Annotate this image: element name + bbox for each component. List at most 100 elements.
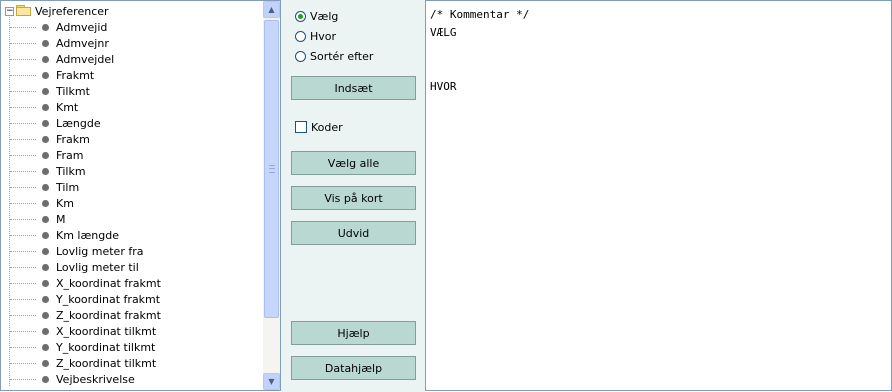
tree-item-label: Km: [56, 196, 74, 210]
tree-item[interactable]: X_koordinat tilkmt: [10, 323, 156, 339]
tree-item-label: Km længde: [56, 228, 119, 242]
collapse-icon[interactable]: −: [5, 6, 14, 16]
tree-item-label: Admvejnr: [56, 36, 109, 50]
tree-item[interactable]: Admvejnr: [10, 35, 109, 51]
radio-select[interactable]: Vælg: [295, 9, 338, 23]
radio-where[interactable]: Hvor: [295, 29, 336, 43]
field-bullet-icon: [42, 343, 49, 351]
tree-item-label: X_koordinat tilkmt: [56, 324, 157, 338]
field-bullet-icon: [42, 295, 49, 303]
tree-item[interactable]: Z_koordinat tilkmt: [10, 355, 156, 371]
editor-line: VÆLG: [430, 26, 457, 39]
editor-line: /* Kommentar */: [430, 8, 530, 21]
tree-item-label: Z_koordinat frakmt: [56, 308, 161, 322]
tree-item-label: X_koordinat frakmt: [56, 276, 161, 290]
tree-connector: [10, 362, 36, 364]
help-button[interactable]: Hjælp: [291, 321, 416, 345]
tree-connector: [10, 186, 36, 188]
tree-item[interactable]: Kmt: [10, 99, 78, 115]
select-all-button[interactable]: Vælg alle: [291, 151, 416, 175]
field-bullet-icon: [42, 247, 49, 255]
tree-item[interactable]: Admvejdel: [10, 51, 114, 67]
radio-where-label: Hvor: [310, 29, 337, 43]
field-bullet-icon: [42, 39, 49, 47]
field-bullet-icon: [42, 119, 49, 127]
tree-item[interactable]: M: [10, 211, 66, 227]
expand-button[interactable]: Udvid: [291, 221, 416, 245]
tree-item[interactable]: Z_koordinat frakmt: [10, 307, 161, 323]
tree-item[interactable]: Frakm: [10, 131, 90, 147]
tree-connector: [10, 378, 36, 380]
tree-connector: [10, 266, 36, 268]
field-bullet-icon: [42, 279, 49, 287]
tree-item[interactable]: Tilm: [10, 179, 79, 195]
tree-scrollbar[interactable]: ▲ ▼: [263, 1, 280, 390]
codes-checkbox[interactable]: Koder: [295, 120, 343, 134]
scroll-thumb[interactable]: [264, 20, 279, 318]
show-on-map-button[interactable]: Vis på kort: [291, 186, 416, 210]
field-bullet-icon: [42, 183, 49, 191]
tree-connector: [10, 218, 36, 220]
radio-button-icon[interactable]: [295, 50, 306, 62]
chevron-up-icon: ▲: [268, 5, 275, 14]
scroll-up-button[interactable]: ▲: [263, 1, 280, 18]
field-bullet-icon: [42, 215, 49, 223]
grip-icon: [268, 165, 275, 173]
tree-item[interactable]: X_koordinat frakmt: [10, 275, 161, 291]
tree-item-label: M: [56, 212, 66, 226]
tree-item-label: Tilkmt: [56, 84, 90, 98]
query-editor[interactable]: /* Kommentar */ VÆLG HVOR: [425, 0, 892, 391]
radio-button-icon[interactable]: [295, 30, 306, 42]
tree-panel: − Vejreferencer Admvejid Admvejnr Admvejde…: [0, 0, 281, 391]
checkbox-icon[interactable]: [295, 121, 307, 133]
tree-item-label: Lovlig meter til: [56, 260, 139, 274]
tree-root-node[interactable]: − Vejreferencer: [5, 3, 109, 19]
tree-item[interactable]: Lovlig meter fra: [10, 243, 143, 259]
tree-item[interactable]: Frakmt: [10, 67, 94, 83]
tree-item-label: Tilkm: [56, 164, 86, 178]
scroll-down-button[interactable]: ▼: [263, 373, 280, 390]
tree-connector: [10, 314, 36, 316]
field-bullet-icon: [42, 103, 49, 111]
tree-connector: [10, 234, 36, 236]
data-help-button[interactable]: Datahjælp: [291, 356, 416, 380]
field-bullet-icon: [42, 167, 49, 175]
field-bullet-icon: [42, 327, 49, 335]
tree-item[interactable]: Tilkm: [10, 163, 86, 179]
tree-item[interactable]: Længde: [10, 115, 101, 131]
tree-connector: [10, 90, 36, 92]
tree-item[interactable]: Fram: [10, 147, 84, 163]
tree-item[interactable]: Km længde: [10, 227, 119, 243]
tree-item-label: Admvejid: [56, 20, 108, 34]
radio-button-icon[interactable]: [295, 10, 306, 22]
tree-connector: [10, 346, 36, 348]
tree-connector: [10, 154, 36, 156]
folder-open-icon: [16, 5, 32, 17]
tree-item-label: Y_koordinat frakmt: [56, 292, 161, 306]
field-bullet-icon: [42, 71, 49, 79]
editor-line: HVOR: [430, 80, 457, 93]
tree-item[interactable]: Admvejid: [10, 19, 107, 35]
tree-content: − Vejreferencer Admvejid Admvejnr Admvejde…: [1, 1, 262, 390]
radio-sort-by[interactable]: Sortér efter: [295, 49, 373, 63]
tree-item-label: Z_koordinat tilkmt: [56, 356, 157, 370]
insert-button[interactable]: Indsæt: [291, 76, 416, 100]
field-bullet-icon: [42, 263, 49, 271]
tree-root-label: Vejreferencer: [35, 4, 109, 18]
tree-item[interactable]: Km: [10, 195, 74, 211]
field-bullet-icon: [42, 311, 49, 319]
tree-connector: [10, 42, 36, 44]
field-bullet-icon: [42, 55, 49, 63]
tree-item[interactable]: Y_koordinat tilkmt: [10, 339, 155, 355]
tree-item[interactable]: Tilkmt: [10, 83, 90, 99]
field-bullet-icon: [42, 135, 49, 143]
tree-item[interactable]: Y_koordinat frakmt: [10, 291, 160, 307]
tree-connector: [10, 282, 36, 284]
tree-connector: [10, 106, 36, 108]
tree-item[interactable]: Vejbeskrivelse: [10, 371, 135, 387]
tree-item-label: Admvejdel: [56, 52, 115, 66]
field-bullet-icon: [42, 359, 49, 367]
tree-item[interactable]: Lovlig meter til: [10, 259, 139, 275]
tree-item-label: Frakmt: [56, 68, 95, 82]
tree-connector: [10, 26, 36, 28]
